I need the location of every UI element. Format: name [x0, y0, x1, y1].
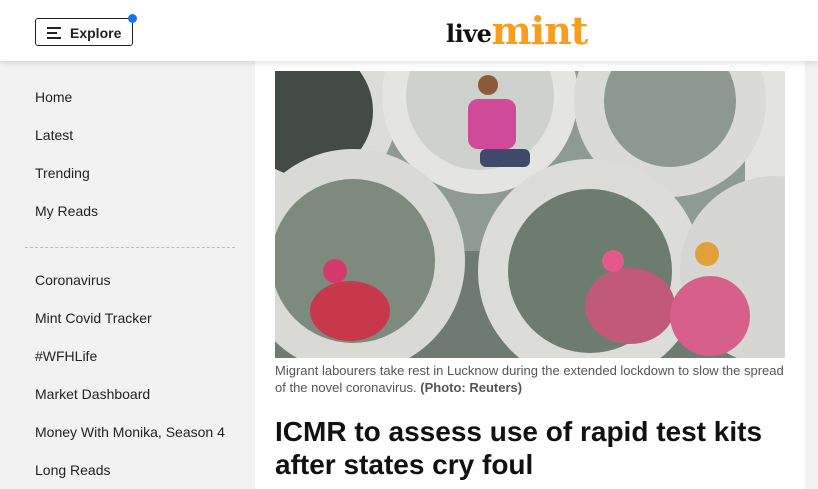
sidebar-item-covid-tracker[interactable]: Mint Covid Tracker [35, 310, 152, 326]
hamburger-menu-icon [47, 27, 61, 39]
site-header: Explore live mint [0, 0, 818, 61]
livemint-logo[interactable]: live mint [446, 8, 588, 53]
sidebar-item-market-dashboard[interactable]: Market Dashboard [35, 386, 150, 402]
sidebar-item-coronavirus[interactable]: Coronavirus [35, 272, 110, 288]
article-photo [275, 71, 785, 358]
sidebar-nav: Home Latest Trending My Reads Coronaviru… [0, 61, 255, 489]
sidebar-item-wfhlife[interactable]: #WFHLife [35, 348, 97, 364]
notification-dot [128, 14, 137, 23]
sidebar-item-my-reads[interactable]: My Reads [35, 203, 98, 219]
sidebar-item-home[interactable]: Home [35, 89, 72, 105]
sidebar-divider [25, 247, 235, 248]
caption-credit: (Photo: Reuters) [420, 380, 523, 395]
sidebar-item-latest[interactable]: Latest [35, 127, 73, 143]
explore-label: Explore [70, 25, 122, 41]
caption-text: Migrant labourers take rest in Lucknow d… [275, 363, 784, 395]
sidebar-item-trending[interactable]: Trending [35, 165, 90, 181]
sidebar-item-long-reads[interactable]: Long Reads [35, 462, 111, 478]
article-headline: ICMR to assess use of rapid test kits af… [275, 416, 763, 480]
photo-caption: Migrant labourers take rest in Lucknow d… [275, 362, 785, 396]
explore-button[interactable]: Explore [35, 14, 137, 46]
logo-mint-text: mint [491, 8, 588, 53]
logo-live-text: live [446, 19, 492, 48]
sidebar-item-money-with-monika[interactable]: Money With Monika, Season 4 [35, 424, 225, 440]
article-main: Migrant labourers take rest in Lucknow d… [255, 61, 805, 489]
